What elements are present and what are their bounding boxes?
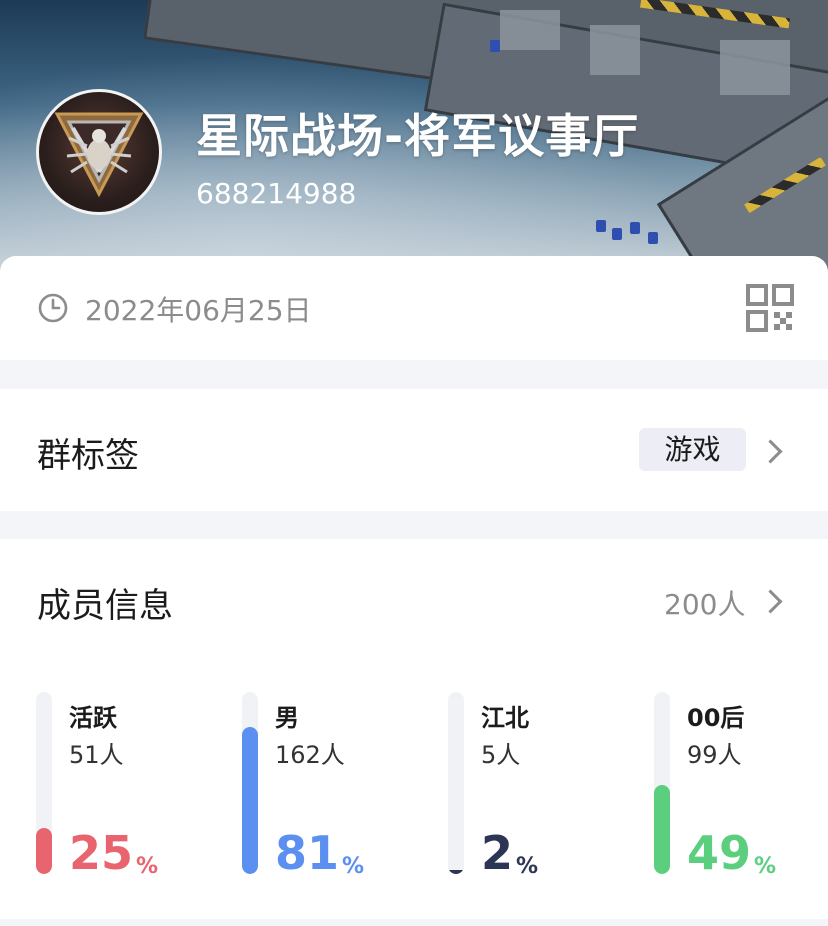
stat-bar-fill	[654, 785, 670, 874]
stat-percent-sign: %	[136, 854, 159, 879]
stat-percent-sign: %	[342, 854, 365, 879]
clock-icon	[38, 293, 68, 323]
stat-percent: 81	[275, 826, 340, 880]
stat-label: 江北	[481, 704, 529, 732]
group-tag-title: 群标签	[37, 436, 139, 476]
qr-code-icon[interactable]	[746, 284, 794, 332]
stat-bar-track	[242, 692, 258, 874]
members-info-title: 成员信息	[37, 586, 173, 626]
hull-panel	[500, 10, 560, 50]
unit-sprite	[612, 228, 622, 240]
hull-panel	[720, 40, 790, 95]
stat-percent: 2	[481, 826, 514, 880]
stat-bar-track	[654, 692, 670, 874]
stat-percent-sign: %	[754, 854, 777, 879]
stat-label: 活跃	[69, 704, 117, 732]
stat-active: 活跃 51人 25 %	[36, 692, 236, 882]
unit-sprite	[648, 232, 658, 244]
stat-label: 00后	[687, 704, 745, 732]
stat-bar-fill	[448, 870, 464, 874]
hull-panel	[590, 25, 640, 75]
stat-count: 99人	[687, 741, 742, 769]
group-tag-chip: 游戏	[639, 428, 746, 471]
stat-bar-fill	[242, 727, 258, 874]
member-count[interactable]: 200人	[664, 583, 745, 623]
group-name: 星际战场-将军议事厅	[196, 109, 640, 163]
stat-bar-track	[448, 692, 464, 874]
stat-percent: 25	[69, 826, 134, 880]
group-id: 688214988	[196, 177, 357, 210]
spider-emblem-icon	[54, 112, 144, 198]
stat-count: 5人	[481, 741, 521, 769]
unit-sprite	[596, 220, 606, 232]
group-created-date: 2022年06月25日	[85, 294, 312, 327]
stat-percent-sign: %	[516, 854, 539, 879]
stat-male: 男 162人 81 %	[242, 692, 442, 882]
unit-sprite	[630, 222, 640, 234]
stat-region: 江北 5人 2 %	[448, 692, 648, 882]
unit-sprite	[490, 40, 500, 52]
stat-label: 男	[275, 704, 299, 732]
stat-count: 162人	[275, 741, 345, 769]
stat-bar-fill	[36, 828, 52, 874]
stat-bar-track	[36, 692, 52, 874]
stat-count: 51人	[69, 741, 124, 769]
group-avatar[interactable]	[36, 89, 162, 215]
stat-percent: 49	[687, 826, 752, 880]
stat-generation: 00后 99人 49 %	[654, 692, 828, 882]
